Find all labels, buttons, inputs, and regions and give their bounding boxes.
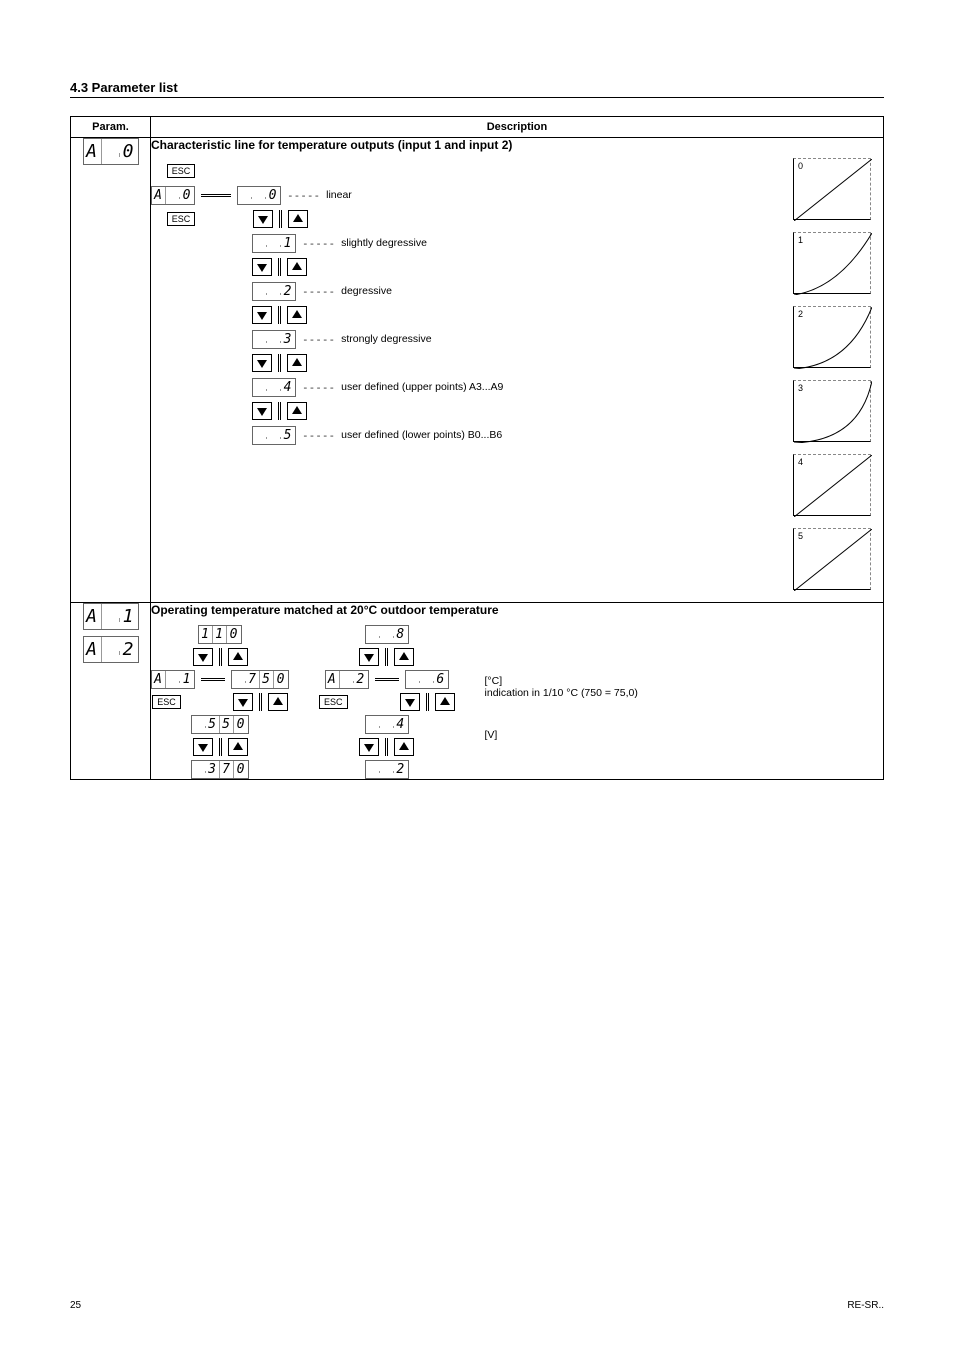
down-button[interactable] bbox=[252, 402, 272, 420]
curve-box-3: 3 bbox=[793, 380, 871, 442]
lcd-step-0: 0 bbox=[237, 186, 281, 205]
step3-desc: strongly degressive bbox=[341, 333, 431, 345]
up-button[interactable] bbox=[268, 693, 288, 711]
lcd-step-4: 4 bbox=[252, 378, 296, 397]
param-cell-a12: A1 A2 bbox=[71, 603, 151, 780]
a2-opt2: 4 bbox=[365, 715, 409, 734]
lcd-step-1: 1 bbox=[252, 234, 296, 253]
a12-col-a2: 8 A2 6 bbox=[319, 625, 455, 779]
a2-unit: [V] bbox=[485, 729, 498, 741]
up-button[interactable] bbox=[394, 648, 414, 666]
up-button[interactable] bbox=[287, 306, 307, 324]
lcd-step-2: 2 bbox=[252, 282, 296, 301]
down-button[interactable] bbox=[193, 738, 213, 756]
up-button[interactable] bbox=[287, 354, 307, 372]
a1-unit: [°C] bbox=[485, 675, 503, 687]
down-button[interactable] bbox=[359, 738, 379, 756]
up-button[interactable] bbox=[287, 258, 307, 276]
down-button[interactable] bbox=[233, 693, 253, 711]
step0-desc: linear bbox=[326, 189, 352, 201]
esc-button[interactable]: ESC bbox=[152, 695, 181, 709]
step4-desc: user defined (upper points) A3...A9 bbox=[341, 381, 503, 393]
a1-opt3: 370 bbox=[191, 760, 249, 779]
hdr-param: Param. bbox=[71, 117, 151, 138]
a2-opt1: 6 bbox=[405, 670, 449, 689]
down-button[interactable] bbox=[359, 648, 379, 666]
curve-box-0: 0 bbox=[793, 158, 871, 220]
curve-box-4: 4 bbox=[793, 454, 871, 516]
up-button[interactable] bbox=[287, 402, 307, 420]
up-button[interactable] bbox=[435, 693, 455, 711]
desc-cell-a12: Operating temperature matched at 20°C ou… bbox=[151, 603, 884, 780]
lcd-step-5: 5 bbox=[252, 426, 296, 445]
hdr-desc: Description bbox=[151, 117, 884, 138]
a12-col-a1: 110 A1 750 bbox=[151, 625, 289, 779]
curve-box-2: 2 bbox=[793, 306, 871, 368]
down-button[interactable] bbox=[253, 210, 273, 228]
page-title: 4.3 Parameter list bbox=[70, 80, 884, 98]
step2-desc: degressive bbox=[341, 285, 392, 297]
a1-opt1: 750 bbox=[231, 670, 289, 689]
up-button[interactable] bbox=[288, 210, 308, 228]
step5-desc: user defined (lower points) B0...B6 bbox=[341, 429, 502, 441]
param-table: Param. Description A0 Characteristic lin… bbox=[70, 116, 884, 780]
up-button[interactable] bbox=[394, 738, 414, 756]
down-button[interactable] bbox=[252, 258, 272, 276]
down-button[interactable] bbox=[252, 306, 272, 324]
lcd-a1-sm: A1 bbox=[151, 670, 195, 689]
esc-button[interactable]: ESC bbox=[319, 695, 348, 709]
lcd-a2: A2 bbox=[83, 636, 139, 663]
lcd-a0-sm: A0 bbox=[151, 186, 195, 205]
a12-title: Operating temperature matched at 20°C ou… bbox=[151, 603, 883, 617]
a2-opt3: 2 bbox=[365, 760, 409, 779]
down-button[interactable] bbox=[193, 648, 213, 666]
a1-opt0: 110 bbox=[198, 625, 242, 644]
step1-desc: slightly degressive bbox=[341, 237, 427, 249]
down-button[interactable] bbox=[400, 693, 420, 711]
a1-opt2: 550 bbox=[191, 715, 249, 734]
desc-cell-a0: Characteristic line for temperature outp… bbox=[151, 138, 884, 603]
curve-box-1: 1 bbox=[793, 232, 871, 294]
a2-opt0: 8 bbox=[365, 625, 409, 644]
curve-box-5: 5 bbox=[793, 528, 871, 590]
down-button[interactable] bbox=[252, 354, 272, 372]
dash-icon: ----- bbox=[287, 189, 320, 202]
lcd-step-3: 3 bbox=[252, 330, 296, 349]
lcd-a2-sm: A2 bbox=[325, 670, 369, 689]
esc-button[interactable]: ESC bbox=[167, 212, 196, 226]
lcd-a0: A0 bbox=[83, 138, 139, 165]
up-button[interactable] bbox=[228, 648, 248, 666]
curve-column: 0 1 2 bbox=[793, 158, 883, 602]
footer-model: RE-SR.. bbox=[847, 1300, 884, 1311]
a1-note: indication in 1/10 °C (750 = 75,0) bbox=[485, 687, 638, 699]
param-cell-a0: A0 bbox=[71, 138, 151, 603]
a0-title: Characteristic line for temperature outp… bbox=[151, 138, 883, 152]
esc-button[interactable]: ESC bbox=[167, 164, 196, 178]
up-button[interactable] bbox=[228, 738, 248, 756]
footer-page: 25 bbox=[70, 1300, 81, 1311]
lcd-a1: A1 bbox=[83, 603, 139, 630]
